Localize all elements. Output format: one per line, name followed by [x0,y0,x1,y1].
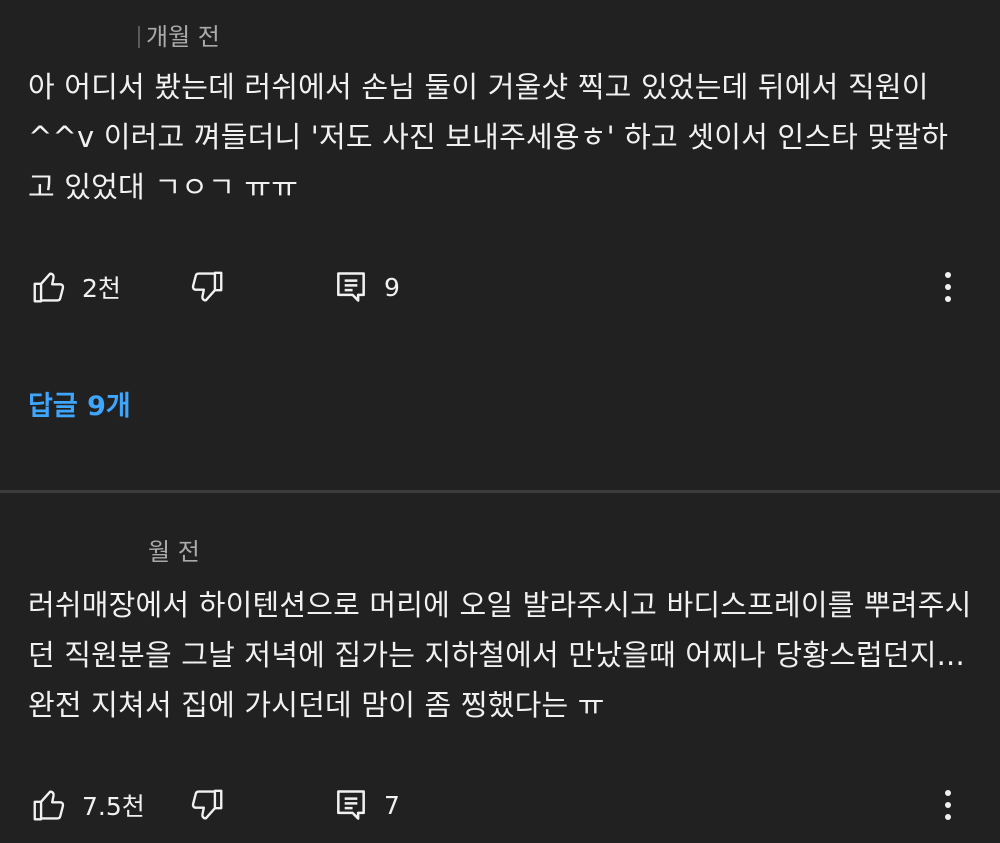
like-count: 2천 [82,274,121,303]
dislike-button[interactable] [188,780,226,830]
comment-text: 러쉬매장에서 하이텐션으로 머리에 오일 발라주시고 바디스프레이를 뿌려주시던… [28,588,975,722]
thumbs-down-icon [191,271,223,302]
like-button[interactable]: 2천 [30,262,121,312]
comment-icon [337,272,365,302]
more-options-button[interactable] [936,780,960,830]
comment-actions: 7.5천 7 [0,780,1000,830]
thumbs-up-icon [33,790,65,821]
dislike-button[interactable] [188,262,226,312]
comment-icon [337,790,365,820]
comment-actions: 2천 9 [0,262,1000,312]
comment-meta: 개월 전 [138,22,220,52]
comment-text: 아 어디서 봤는데 러쉬에서 손님 둘이 거울샷 찍고 있었는데 뒤에서 직원이… [28,70,949,204]
like-button[interactable]: 7.5천 [30,780,145,830]
comment-item: 개월 전 아 어디서 봤는데 러쉬에서 손님 둘이 거울샷 찍고 있었는데 뒤에… [0,0,1000,490]
view-replies-link[interactable]: 답글 9개 [28,384,131,423]
reply-count: 7 [384,790,400,820]
thumbs-up-icon [33,272,65,303]
reply-button[interactable]: 7 [332,780,400,830]
more-vertical-icon [945,272,951,302]
more-options-button[interactable] [936,262,960,312]
like-count: 7.5천 [82,792,145,821]
comment-item: 월 전 러쉬매장에서 하이텐션으로 머리에 오일 발라주시고 바디스프레이를 뿌… [0,493,1000,843]
author-name-redacted [138,26,140,48]
comment-meta: 월 전 [148,537,200,567]
comment-time: 개월 전 [146,23,220,51]
reply-button[interactable]: 9 [332,262,400,312]
reply-count: 9 [384,272,400,302]
thumbs-down-icon [191,789,223,820]
comment-time: 월 전 [148,538,200,566]
more-vertical-icon [945,790,951,820]
